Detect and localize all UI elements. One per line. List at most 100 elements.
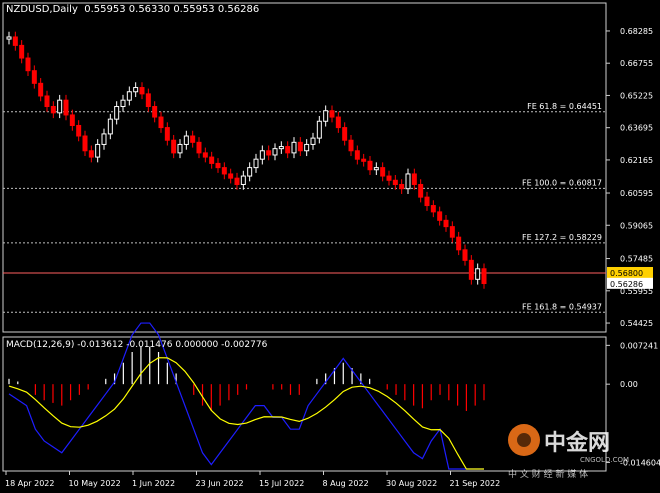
price-tick-label: 0.62165 <box>620 156 653 165</box>
candle-body <box>424 196 430 207</box>
candle-body <box>316 120 322 139</box>
candle-body <box>31 70 37 84</box>
candle-body <box>449 226 455 238</box>
candle-body <box>76 124 82 137</box>
candle-body <box>285 146 291 154</box>
candle-body <box>418 183 424 198</box>
candle-body <box>38 82 44 97</box>
candle-body <box>221 167 227 175</box>
candle-body <box>114 106 120 120</box>
watermark-logo-hole <box>517 433 531 447</box>
candle-body <box>259 150 265 160</box>
candle-body <box>19 44 25 59</box>
price-tick-label: 0.54425 <box>620 319 653 328</box>
candle-body <box>107 118 113 135</box>
candle-body <box>481 268 487 285</box>
candle-body <box>50 106 56 114</box>
candle-body <box>82 135 88 152</box>
candle-body <box>253 158 259 169</box>
candle-body <box>57 99 63 114</box>
candle-body <box>380 167 386 177</box>
date-label: 18 Apr 2022 <box>5 479 54 488</box>
candle-body <box>164 127 170 141</box>
candle-body <box>69 114 75 126</box>
candle-body <box>12 36 18 46</box>
candle-body <box>120 99 126 108</box>
fib-level-label: FE 61.8 = 0.64451 <box>527 102 602 111</box>
candle-body <box>240 175 246 185</box>
candle-body <box>101 133 107 145</box>
candle-body <box>405 173 411 190</box>
candle-body <box>152 106 158 118</box>
last-price-label: 0.56286 <box>610 280 643 289</box>
candle-body <box>373 167 379 171</box>
fib-level-label: FE 161.8 = 0.54937 <box>522 302 602 311</box>
date-label: 23 Jun 2022 <box>196 479 244 488</box>
candle-body <box>126 91 132 101</box>
candle-body <box>462 249 468 261</box>
candle-body <box>171 139 177 154</box>
candle-body <box>44 95 50 108</box>
candle-body <box>297 141 303 152</box>
price-tick-label: 0.68285 <box>620 27 653 36</box>
candle-body <box>329 110 335 118</box>
candle-body <box>323 110 329 122</box>
fib-level-label: FE 100.0 = 0.60817 <box>522 178 602 187</box>
candle-body <box>266 150 272 156</box>
candle-body <box>25 57 31 72</box>
candle-body <box>63 99 69 116</box>
ohlc-values: 0.55953 0.56330 0.55953 0.56286 <box>84 4 260 15</box>
macd-tick-label: 0.007241 <box>620 341 658 350</box>
date-label: 21 Sep 2022 <box>450 479 501 488</box>
candle-body <box>342 127 348 141</box>
candle-body <box>354 150 360 160</box>
date-label: 10 May 2022 <box>69 479 121 488</box>
macd-tick-label: 0.00 <box>620 380 638 389</box>
watermark-slogan: 中 文 财 经 新 媒 体 <box>508 468 588 480</box>
candle-body <box>392 179 398 185</box>
date-label: 1 Jun 2022 <box>132 479 175 488</box>
candle-body <box>348 139 354 152</box>
candle-body <box>234 177 240 185</box>
candle-body <box>367 160 373 171</box>
candle-body <box>386 175 392 181</box>
watermark-url: CNGOLD.COM <box>580 456 629 464</box>
candle-body <box>145 93 151 108</box>
candle-body <box>475 268 481 280</box>
candle-body <box>335 116 341 129</box>
macd-title: MACD(12,26,9) -0.013612 -0.011476 0.0000… <box>6 340 268 350</box>
candle-body <box>196 141 202 154</box>
candle-body <box>430 205 436 213</box>
candle-body <box>272 148 278 156</box>
candle-body <box>88 150 94 158</box>
candle-body <box>361 158 367 162</box>
candle-body <box>291 141 297 154</box>
candle-body <box>209 156 215 164</box>
candle-body <box>443 219 449 228</box>
candle-body <box>228 173 234 179</box>
candle-body <box>247 167 253 177</box>
symbol-label: NZDUSD,Daily <box>6 4 78 15</box>
candle-body <box>215 162 221 169</box>
candle-body <box>399 183 405 190</box>
symbol-header: NZDUSD,Daily 0.55953 0.56330 0.55953 0.5… <box>6 4 259 15</box>
candle-body <box>158 116 164 129</box>
price-pane-border <box>2 2 607 333</box>
price-tick-label: 0.59065 <box>620 221 653 230</box>
candle-body <box>304 143 310 152</box>
fib-level-label: FE 127.2 = 0.58229 <box>522 233 602 242</box>
date-label: 30 Aug 2022 <box>386 479 437 488</box>
watermark-brand: 中金网 <box>544 430 610 456</box>
price-tick-label: 0.66755 <box>620 59 653 68</box>
date-label: 8 Aug 2022 <box>323 479 369 488</box>
candle-body <box>411 173 417 185</box>
candle-body <box>95 143 101 158</box>
candle-body <box>6 36 12 40</box>
candle-body <box>190 135 196 143</box>
candle-body <box>177 143 183 154</box>
candle-body <box>183 135 189 145</box>
hline-price-label: 0.56800 <box>610 269 643 278</box>
price-tick-label: 0.63695 <box>620 124 653 133</box>
price-chart[interactable]: 0.68285 0.66755 0.65225 0.63695 0.62165 0.605… <box>0 0 660 493</box>
price-tick-label: 0.60595 <box>620 189 653 198</box>
